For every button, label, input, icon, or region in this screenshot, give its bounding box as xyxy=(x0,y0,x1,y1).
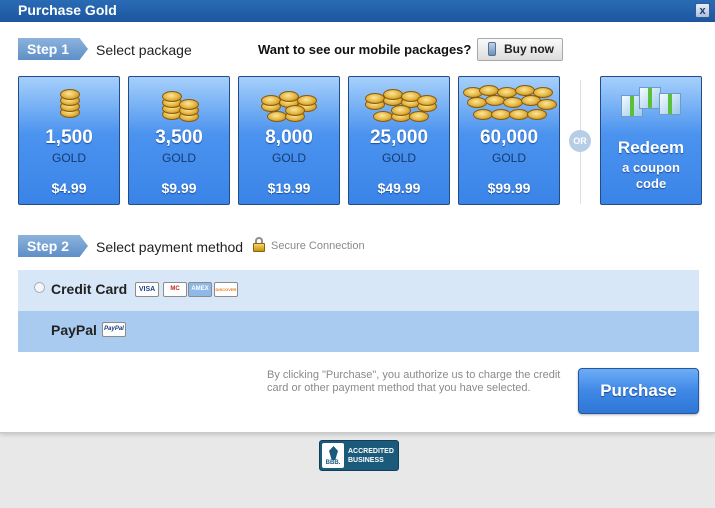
redeem-subtitle: a coupon code xyxy=(601,160,701,192)
bbb-line1: ACCREDITED xyxy=(348,448,394,455)
mobile-packages-question: Want to see our mobile packages? xyxy=(258,42,472,57)
gold-coins-icon xyxy=(239,83,339,122)
step1-label: Select package xyxy=(96,42,192,58)
gold-coins-icon xyxy=(129,83,229,122)
lock-icon xyxy=(252,237,266,253)
package-1500[interactable]: 1,500 GOLD $4.99 xyxy=(18,76,120,205)
package-amount: 25,000 xyxy=(369,127,429,148)
package-price: $19.99 xyxy=(267,180,311,196)
title-bar: Purchase Gold x xyxy=(0,0,715,22)
bbb-seal-icon: BBB. xyxy=(322,443,344,468)
buy-now-label: Buy now xyxy=(504,42,554,56)
payment-option-paypal[interactable]: PayPal PayPal xyxy=(18,311,699,352)
purchase-button[interactable]: Purchase xyxy=(578,368,699,414)
package-amount: 1,500 xyxy=(45,127,93,148)
step1-badge: Step 1 xyxy=(18,38,88,60)
step2-badge: Step 2 xyxy=(18,235,88,257)
credit-card-label: Credit Card xyxy=(51,281,128,297)
package-unit: GOLD xyxy=(51,151,86,165)
package-8000[interactable]: 8,000 GOLD $19.99 xyxy=(238,76,340,205)
payment-option-credit-card[interactable]: Credit Card VISA MC AMEX DISCOVER xyxy=(18,270,699,311)
credit-card-radio[interactable] xyxy=(34,282,45,293)
mastercard-icon: MC xyxy=(163,282,187,297)
package-unit: GOLD xyxy=(161,151,196,165)
package-amount: 3,500 xyxy=(155,127,203,148)
amex-icon: AMEX xyxy=(188,282,212,297)
package-price: $49.99 xyxy=(377,180,421,196)
gold-coins-icon xyxy=(349,83,449,122)
legal-notice: By clicking "Purchase", you authorize us… xyxy=(267,369,561,394)
close-icon[interactable]: x xyxy=(695,3,710,18)
visa-icon: VISA xyxy=(135,282,159,297)
redeem-line2: a coupon xyxy=(622,160,680,175)
redeem-coupon-button[interactable]: Redeem a coupon code xyxy=(600,76,702,205)
paypal-label: PayPal xyxy=(51,322,97,338)
bbb-logo[interactable]: BBB. ACCREDITED BUSINESS xyxy=(319,440,399,471)
package-60000[interactable]: 60,000 GOLD $99.99 xyxy=(458,76,560,205)
bbb-seal-text: BBB. xyxy=(325,460,341,466)
package-unit: GOLD xyxy=(491,151,526,165)
step2-label: Select payment method xyxy=(96,239,244,255)
discover-icon: DISCOVER xyxy=(214,282,238,297)
package-25000[interactable]: 25,000 GOLD $49.99 xyxy=(348,76,450,205)
package-price: $99.99 xyxy=(487,180,531,196)
bbb-line2: BUSINESS xyxy=(348,457,384,464)
package-price: $4.99 xyxy=(51,180,87,196)
secure-connection-label: Secure Connection xyxy=(271,240,365,252)
or-separator: OR xyxy=(569,130,591,152)
package-amount: 8,000 xyxy=(265,127,313,148)
redeem-line3: code xyxy=(635,176,667,191)
gold-coins-icon xyxy=(459,83,559,121)
buy-now-button[interactable]: Buy now xyxy=(477,38,563,61)
bbb-accredited-text: ACCREDITED BUSINESS xyxy=(348,447,394,465)
package-amount: 60,000 xyxy=(479,127,539,148)
package-unit: GOLD xyxy=(381,151,416,165)
package-3500[interactable]: 3,500 GOLD $9.99 xyxy=(128,76,230,205)
purchase-gold-dialog: Purchase Gold x Step 1 Select package Wa… xyxy=(0,0,715,433)
package-price: $9.99 xyxy=(161,180,197,196)
gold-coins-icon xyxy=(19,83,119,121)
phone-icon xyxy=(488,42,496,56)
window-title: Purchase Gold xyxy=(18,2,117,18)
package-unit: GOLD xyxy=(271,151,306,165)
paypal-icon: PayPal xyxy=(102,322,126,337)
redeem-title: Redeem xyxy=(617,138,685,157)
